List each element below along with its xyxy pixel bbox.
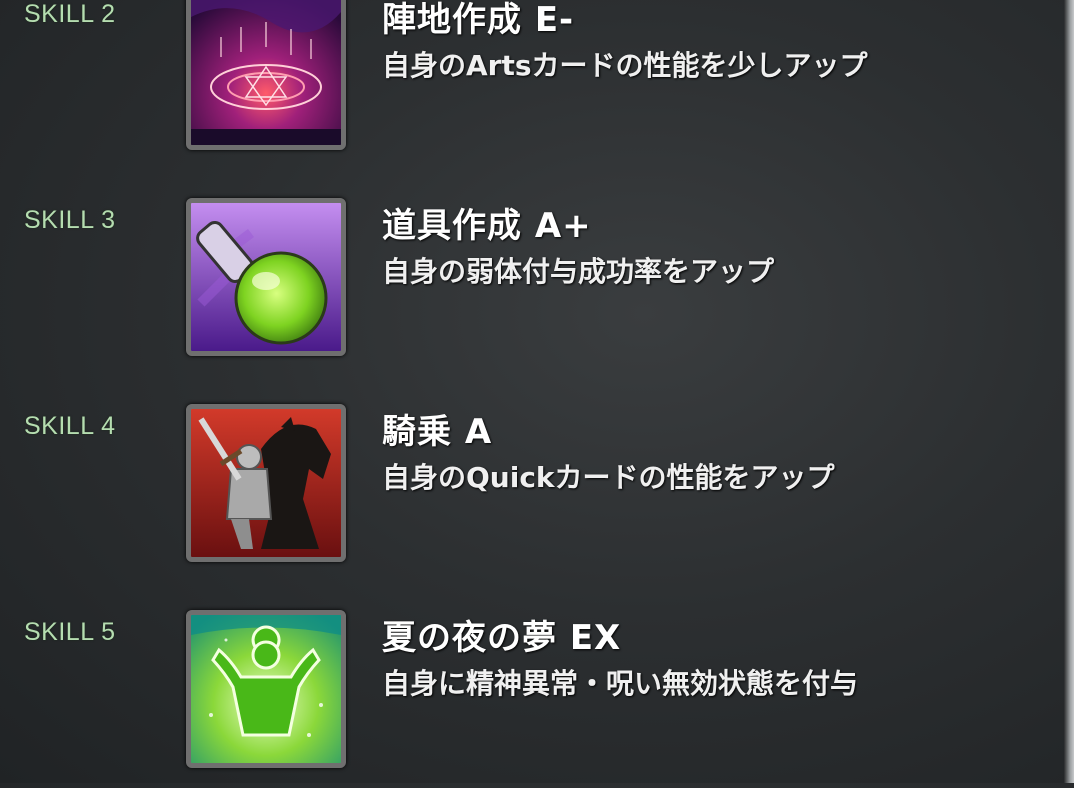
skill-description: 自身のQuickカードの性能をアップ <box>382 461 835 494</box>
skill-name: 騎乗 A <box>382 412 493 452</box>
skill-label: SKILL 2 <box>24 0 116 28</box>
skill-label: SKILL 3 <box>24 206 116 234</box>
skill-label: SKILL 5 <box>24 618 116 646</box>
skill-name: 陣地作成 E- <box>382 0 575 40</box>
knight-on-horse-icon[interactable] <box>186 404 346 562</box>
panel-border <box>1064 0 1074 783</box>
skill-row-2: SKILL 2 陣地作成 E- 自身のArtsカードの性能を少しアップ <box>0 0 1060 170</box>
potion-flask-icon[interactable] <box>186 198 346 356</box>
glowing-figure-icon[interactable] <box>186 610 346 768</box>
skill-row-4: SKILL 4 騎乗 A 自身のQuickカードの性能をアップ <box>0 404 1060 582</box>
skill-label: SKILL 4 <box>24 412 116 440</box>
skill-description: 自身のArtsカードの性能を少しアップ <box>382 49 868 82</box>
skill-description: 自身の弱体付与成功率をアップ <box>382 255 775 288</box>
magic-circle-icon[interactable] <box>186 0 346 150</box>
skill-description: 自身に精神異常・呪い無効状態を付与 <box>382 667 859 700</box>
skill-row-5: SKILL 5 夏の夜の夢 EX 自身に精神異常・呪い無効状態を付与 <box>0 610 1060 788</box>
skill-row-3: SKILL 3 道具作成 A+ 自身の弱体付与成功率をアップ <box>0 198 1060 376</box>
skill-name: 夏の夜の夢 EX <box>382 618 622 658</box>
skill-name: 道具作成 A+ <box>382 206 592 246</box>
